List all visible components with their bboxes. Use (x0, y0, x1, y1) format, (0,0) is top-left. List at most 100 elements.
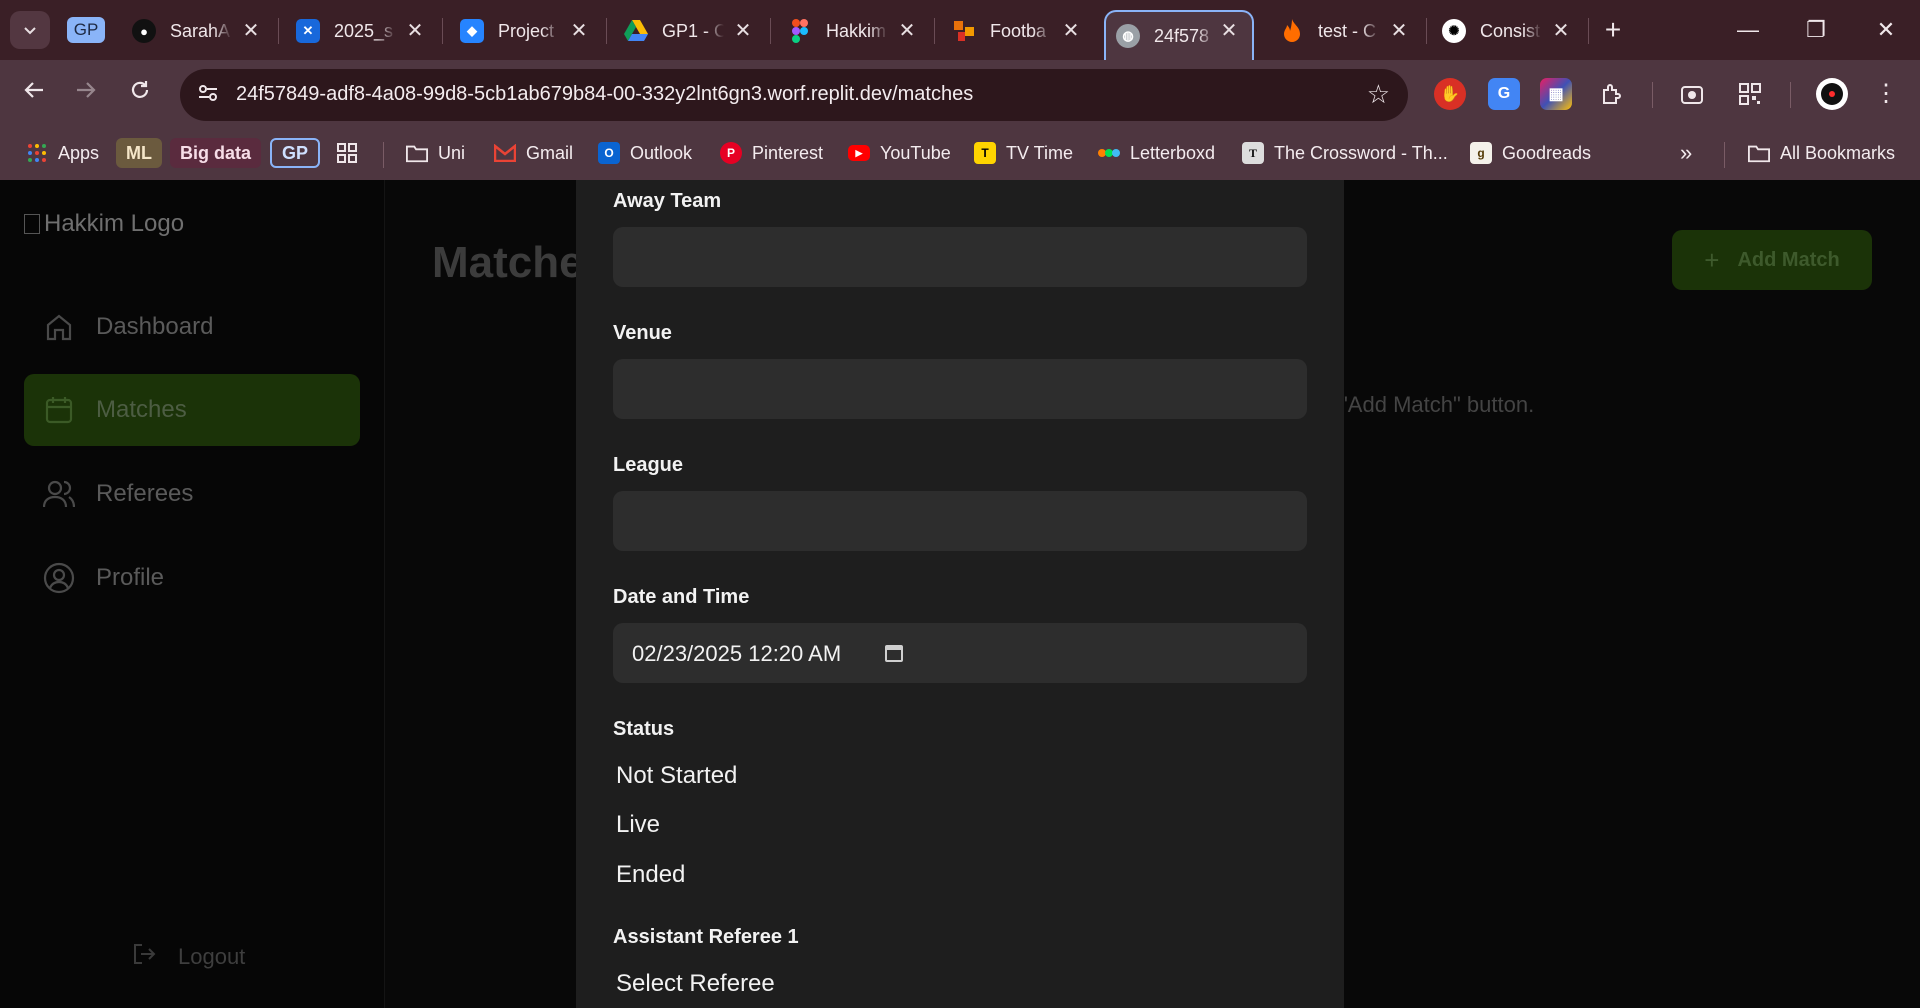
forward-button[interactable] (68, 76, 104, 112)
new-tab-button[interactable]: + (1597, 13, 1629, 49)
close-tab-icon[interactable]: ✕ (1548, 18, 1574, 44)
screenshot-icon[interactable] (1676, 78, 1708, 110)
logout-icon (132, 942, 158, 972)
folder-icon (1748, 142, 1770, 164)
browser-tab-bar: GP ● SarahA ✕ ✕ 2025_s ✕ ◆ Project ✕ GP1… (0, 0, 1920, 60)
tab-divider (442, 18, 443, 44)
bookmark-label: All Bookmarks (1780, 142, 1896, 163)
status-option-not-started[interactable]: Not Started (616, 762, 737, 790)
tab-divider (1426, 18, 1427, 44)
bookmark-star-icon[interactable]: ☆ (1367, 79, 1390, 110)
toolbar-divider (1790, 82, 1791, 108)
sidebar-item-profile[interactable]: Profile (24, 542, 360, 614)
venue-input[interactable] (613, 359, 1307, 419)
bookmark-label: Apps (58, 142, 100, 163)
browser-tab[interactable]: ✺ Consist ✕ (1442, 12, 1574, 50)
tab-group-gp[interactable]: GP (67, 17, 105, 43)
close-tab-icon[interactable]: ✕ (1216, 18, 1242, 44)
close-tab-icon[interactable]: ✕ (238, 18, 264, 44)
bookmark-folder-big-data[interactable]: Big data (170, 136, 262, 170)
close-tab-icon[interactable]: ✕ (730, 18, 756, 44)
browser-tab-active[interactable]: ◍ 24f578 ✕ (1104, 10, 1254, 60)
profile-avatar-icon[interactable] (1816, 78, 1848, 110)
bookmark-pinterest[interactable]: P Pinterest (720, 136, 823, 170)
gmail-icon (494, 142, 516, 164)
tab-title: SarahA (170, 20, 231, 41)
close-tab-icon[interactable]: ✕ (1058, 18, 1084, 44)
sidebar-item-referees[interactable]: Referees (24, 458, 360, 530)
bookmark-goodreads[interactable]: g Goodreads (1470, 136, 1591, 170)
browser-tab[interactable]: GP1 - C ✕ (624, 12, 756, 50)
close-tab-icon[interactable]: ✕ (566, 18, 592, 44)
chevron-double-right-icon: » (1680, 140, 1693, 165)
browser-tab[interactable]: ● SarahA ✕ (132, 12, 264, 50)
more-bookmarks-button[interactable]: » (1680, 136, 1692, 170)
league-input[interactable] (613, 491, 1307, 551)
chatgpt-icon: ✺ (1442, 19, 1466, 43)
browser-tab[interactable]: Hakkim ✕ (788, 12, 920, 50)
tab-search-button[interactable] (10, 11, 50, 49)
youtube-icon: ▶ (848, 145, 870, 161)
venue-label: Venue (613, 322, 672, 344)
tab-divider (934, 18, 935, 44)
user-circle-icon (42, 561, 76, 595)
browser-tab[interactable]: ◆ Project ✕ (460, 12, 592, 50)
chevron-down-icon (24, 27, 36, 35)
logout-button[interactable]: Logout (132, 942, 245, 972)
adblock-extension-icon[interactable]: ✋ (1434, 78, 1466, 110)
bookmark-label: Goodreads (1502, 142, 1592, 163)
tab-title: GP1 - C (662, 20, 724, 41)
extensions-puzzle-icon[interactable] (1596, 78, 1628, 110)
qr-code-icon[interactable] (1734, 78, 1766, 110)
close-tab-icon[interactable]: ✕ (402, 18, 428, 44)
tab-title: 2025_s (334, 20, 394, 41)
translate-extension-icon[interactable]: G (1488, 78, 1520, 110)
sidebar-item-dashboard[interactable]: Dashboard (24, 291, 360, 363)
site-settings-icon[interactable] (194, 82, 222, 108)
calendar-picker-icon[interactable] (884, 643, 904, 663)
away-team-input[interactable] (613, 227, 1307, 287)
bookmark-crossword[interactable]: T The Crossword - Th... (1242, 136, 1448, 170)
close-tab-icon[interactable]: ✕ (894, 18, 920, 44)
add-match-button[interactable]: + Add Match (1672, 230, 1872, 290)
sidebar-item-label: Referees (96, 480, 194, 507)
all-bookmarks-folder[interactable]: All Bookmarks (1748, 136, 1895, 170)
bookmark-outlook[interactable]: O Outlook (598, 136, 692, 170)
bookmark-folder-uni[interactable]: Uni (406, 136, 465, 170)
add-match-modal: Away Team Venue League Date and Time 02/… (576, 180, 1344, 1008)
url-text[interactable]: 24f57849-adf8-4a08-99d8-5cb1ab679b84-00-… (236, 83, 973, 106)
assistant-referee-1-select[interactable]: Select Referee (616, 970, 775, 998)
restore-button[interactable]: ❐ (1786, 10, 1846, 50)
bookmark-label: Outlook (630, 142, 693, 163)
status-label: Status (613, 718, 675, 740)
users-icon (42, 477, 76, 511)
bookmark-folder-ml[interactable]: ML (116, 136, 162, 170)
bookmark-tvtime[interactable]: T TV Time (974, 136, 1073, 170)
sidebar-item-matches[interactable]: Matches (24, 374, 360, 446)
pinterest-icon: P (720, 142, 742, 164)
color-extension-icon[interactable]: ▦ (1540, 78, 1572, 110)
minimize-button[interactable]: — (1718, 10, 1778, 50)
address-bar[interactable]: 24f57849-adf8-4a08-99d8-5cb1ab679b84-00-… (180, 69, 1408, 121)
status-option-live[interactable]: Live (616, 811, 660, 839)
reload-button[interactable] (122, 76, 158, 112)
browser-menu-icon[interactable]: ⋮ (1868, 76, 1904, 112)
bookmark-gmail[interactable]: Gmail (494, 136, 573, 170)
outlook-icon: O (598, 142, 620, 164)
close-tab-icon[interactable]: ✕ (1386, 18, 1412, 44)
bookmark-grid[interactable] (336, 136, 368, 170)
browser-tab[interactable]: test - C ✕ (1280, 12, 1412, 50)
bookmark-label: Gmail (526, 142, 574, 163)
bookmark-folder-gp[interactable]: GP (270, 136, 321, 170)
status-option-ended[interactable]: Ended (616, 861, 685, 889)
browser-tab[interactable]: ✕ 2025_s ✕ (296, 12, 428, 50)
bookmark-letterboxd[interactable]: Letterboxd (1098, 136, 1215, 170)
browser-tab[interactable]: Footba ✕ (952, 12, 1084, 50)
sidebar-item-label: Profile (96, 564, 165, 591)
back-button[interactable] (16, 76, 52, 112)
bookmark-apps[interactable]: Apps (26, 136, 99, 170)
close-window-button[interactable]: ✕ (1856, 10, 1916, 50)
app-logo[interactable]: Hakkim Logo (24, 210, 184, 238)
nyt-icon: T (1242, 142, 1264, 164)
bookmark-youtube[interactable]: ▶ YouTube (848, 136, 951, 170)
